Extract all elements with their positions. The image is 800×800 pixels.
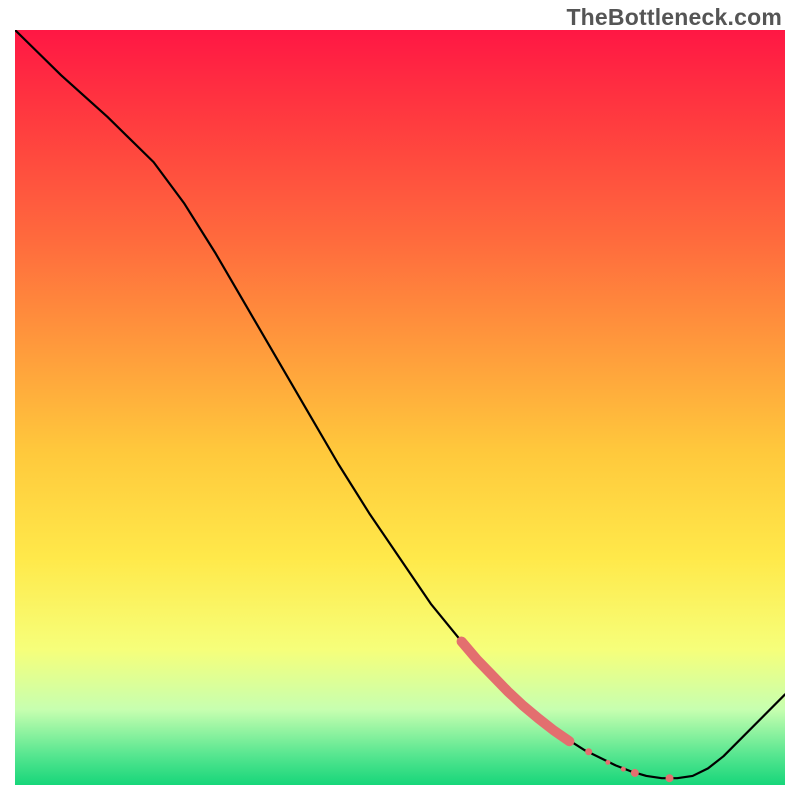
highlight-dot — [666, 774, 674, 782]
highlight-dot — [585, 748, 592, 755]
highlight-dot — [621, 767, 626, 772]
chart-container: TheBottleneck.com — [0, 0, 800, 800]
gradient-background — [15, 30, 785, 785]
bottleneck-chart — [0, 0, 800, 800]
watermark-text: TheBottleneck.com — [566, 4, 782, 31]
highlight-dot — [605, 760, 610, 765]
highlight-dot — [631, 769, 639, 777]
